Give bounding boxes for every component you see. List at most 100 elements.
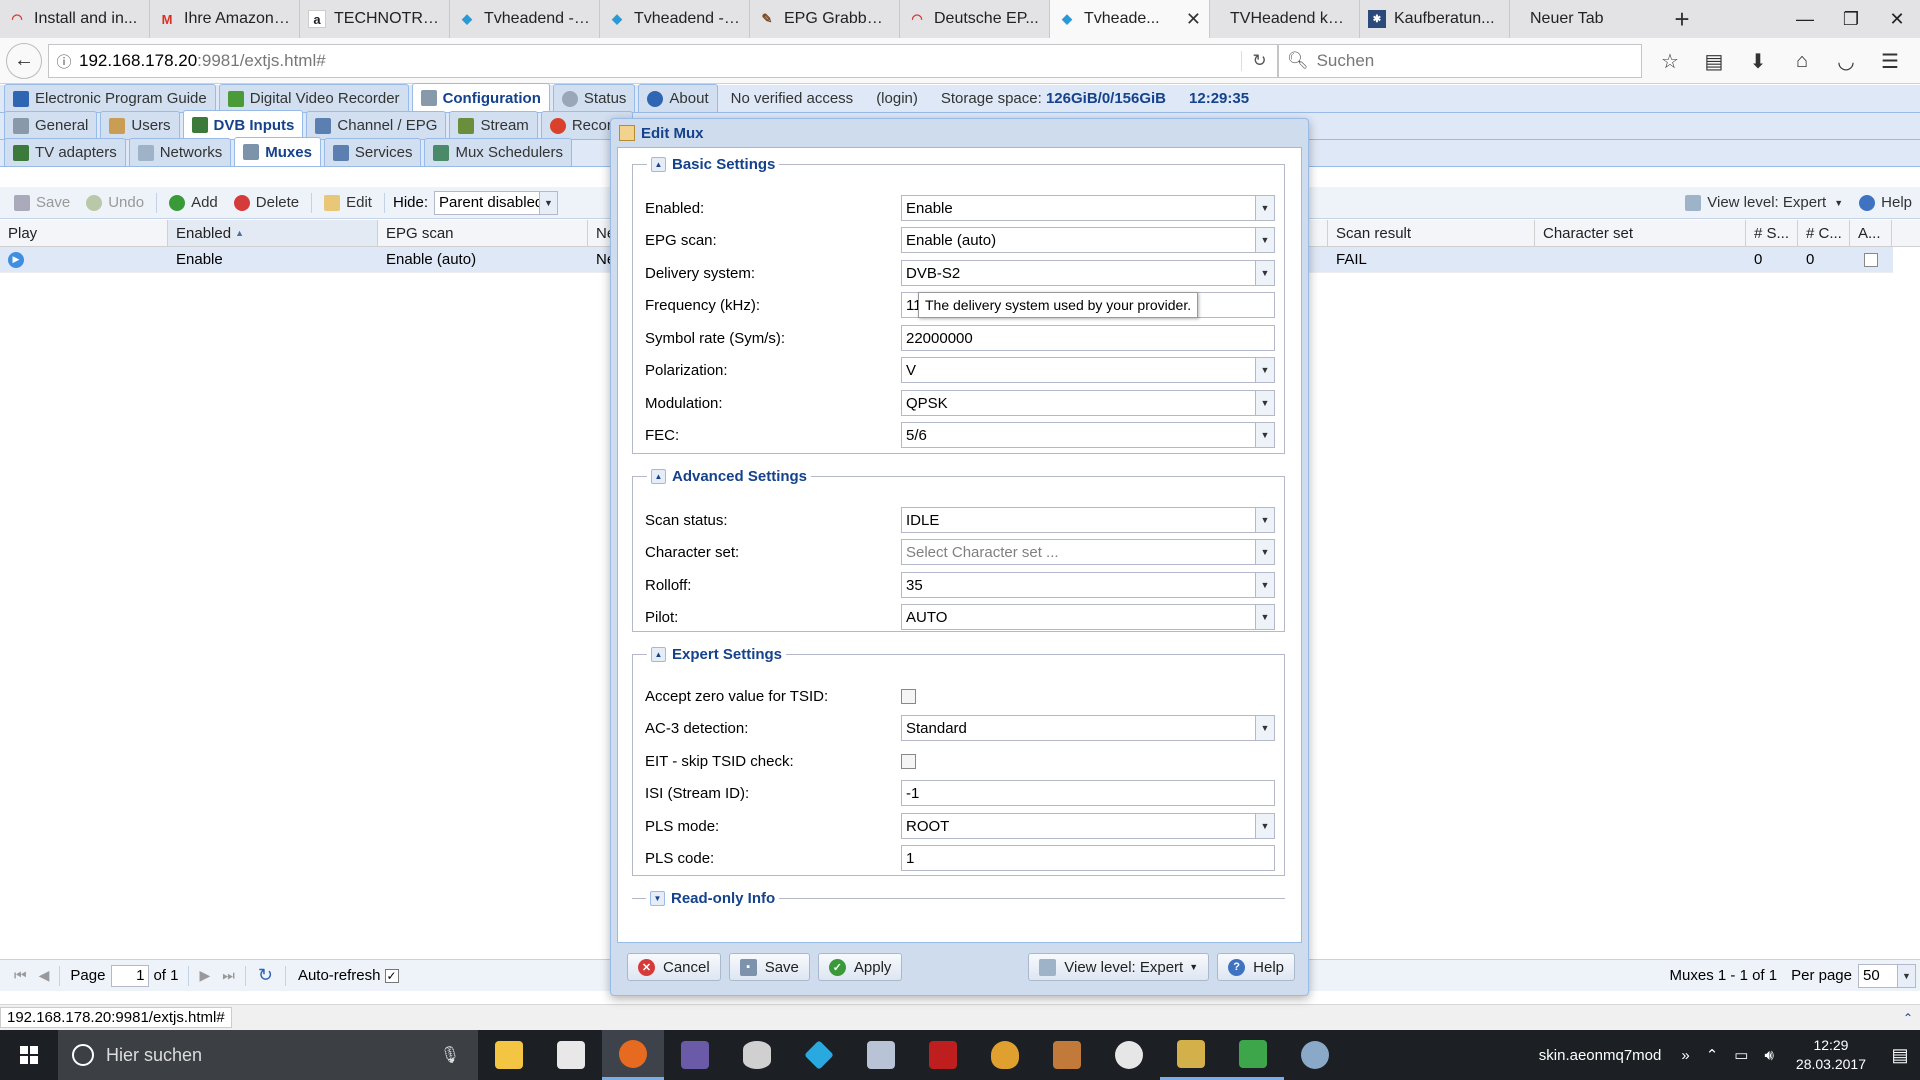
dialog-view-level-button[interactable]: View level: Expert ▼ xyxy=(1028,953,1210,981)
isi-input[interactable]: -1 xyxy=(901,780,1275,806)
deer-app-icon[interactable] xyxy=(1036,1030,1098,1080)
info-icon[interactable]: ⓘ xyxy=(49,51,79,72)
rolloff-select[interactable]: 35 ▼ xyxy=(901,572,1275,598)
microphone-icon[interactable]: 🎙︎ xyxy=(440,1045,460,1065)
collapse-icon[interactable]: ▲ xyxy=(651,157,666,172)
mail-app-icon[interactable] xyxy=(850,1030,912,1080)
chevron-down-icon[interactable]: ▼ xyxy=(1255,573,1274,597)
enabled-select[interactable]: Enable ▼ xyxy=(901,195,1275,221)
pls-code-input[interactable]: 1 xyxy=(901,845,1275,871)
media-app-icon[interactable] xyxy=(664,1030,726,1080)
pilot-select[interactable]: AUTO ▼ xyxy=(901,604,1275,630)
library-icon[interactable]: ▤ xyxy=(1692,44,1736,78)
browser-tab[interactable]: ✱ Kaufberatun... xyxy=(1360,0,1510,38)
refresh-icon[interactable]: ↻ xyxy=(258,965,273,986)
browser-tab[interactable]: ✎ EPG Grabber... xyxy=(750,0,900,38)
column-header-channels[interactable]: # C... xyxy=(1798,220,1850,246)
tab-dvr[interactable]: Digital Video Recorder xyxy=(218,84,409,112)
menu-icon[interactable]: ☰ xyxy=(1868,44,1912,78)
hide-select[interactable]: Parent disabled ▼ xyxy=(434,190,559,215)
delivery-system-select[interactable]: DVB-S2 ▼ xyxy=(901,260,1275,286)
url-bar[interactable]: ⓘ 192.168.178.20:9981/extjs.html# ↻ xyxy=(48,44,1278,78)
pls-mode-select[interactable]: ROOT ▼ xyxy=(901,813,1275,839)
tsid-zero-checkbox[interactable] xyxy=(901,688,916,704)
column-header-a[interactable]: A... xyxy=(1850,220,1892,246)
character-set-select[interactable]: Select Character set ... ▼ xyxy=(901,539,1275,565)
tab-status[interactable]: Status xyxy=(552,84,636,112)
save-dialog-button[interactable]: ▪ Save xyxy=(728,953,810,981)
next-page-icon[interactable]: ▶ xyxy=(193,967,216,984)
filezilla-icon[interactable] xyxy=(912,1030,974,1080)
page-number-input[interactable] xyxy=(111,964,150,987)
tab-users[interactable]: Users xyxy=(100,111,180,139)
column-header-play[interactable]: Play xyxy=(0,220,168,246)
browser-tab[interactable]: ◆ Tvheadend - ... xyxy=(600,0,750,38)
eit-skip-checkbox[interactable] xyxy=(901,753,916,769)
chevron-down-icon[interactable]: ▼ xyxy=(1255,814,1274,838)
row-checkbox[interactable] xyxy=(1864,252,1878,267)
store-icon[interactable] xyxy=(540,1030,602,1080)
kodi-icon[interactable] xyxy=(788,1030,850,1080)
chevron-down-icon[interactable]: ▼ xyxy=(1255,391,1274,415)
tab-configuration[interactable]: Configuration xyxy=(411,83,550,112)
column-header-epg-scan[interactable]: EPG scan xyxy=(378,220,588,246)
row-checkbox-cell[interactable] xyxy=(1850,247,1892,272)
close-tab-icon[interactable]: ✕ xyxy=(1186,9,1201,30)
pocket-icon[interactable]: ◡ xyxy=(1824,44,1868,78)
chevron-down-icon[interactable]: ▼ xyxy=(1255,261,1274,285)
auto-refresh-checkbox[interactable]: ✓ xyxy=(384,968,399,983)
collapse-icon[interactable]: ▲ xyxy=(651,469,666,484)
section-header[interactable]: ▲ Basic Settings xyxy=(647,156,779,173)
chevron-down-icon[interactable]: ▼ xyxy=(1255,716,1274,740)
column-header-services[interactable]: # S... xyxy=(1746,220,1798,246)
tab-dvb-inputs[interactable]: DVB Inputs xyxy=(182,110,304,139)
new-tab-icon[interactable]: + xyxy=(1660,0,1704,38)
tab-channel-epg[interactable]: Channel / EPG xyxy=(306,111,447,139)
browser-tab[interactable]: Neuer Tab xyxy=(1510,0,1660,38)
undo-button[interactable]: Undo xyxy=(78,190,152,216)
column-header-character-set[interactable]: Character set xyxy=(1535,220,1746,246)
collapse-icon[interactable]: ▲ xyxy=(651,647,666,662)
login-link[interactable]: (login) xyxy=(866,84,928,112)
volume-icon[interactable]: 🔊︎ xyxy=(1764,1047,1773,1064)
tab-services[interactable]: Services xyxy=(323,138,422,166)
flame-app-icon[interactable] xyxy=(974,1030,1036,1080)
chevron-down-icon[interactable]: ▼ xyxy=(1255,605,1274,629)
overflow-icon[interactable]: » xyxy=(1681,1047,1689,1064)
column-header-scan-result[interactable]: Scan result xyxy=(1328,220,1535,246)
download-icon[interactable]: ⬇ xyxy=(1736,44,1780,78)
chevron-down-icon[interactable]: ▼ xyxy=(1255,228,1274,252)
fec-select[interactable]: 5/6 ▼ xyxy=(901,422,1275,448)
network-tray-icon[interactable]: ▭ xyxy=(1734,1046,1748,1064)
tab-mux-schedulers[interactable]: Mux Schedulers xyxy=(424,138,573,166)
help-button[interactable]: Help xyxy=(1851,190,1920,216)
cancel-button[interactable]: ✕ Cancel xyxy=(627,953,721,981)
column-header-enabled[interactable]: Enabled ▲ xyxy=(168,220,378,246)
notifications-icon[interactable]: ▤ xyxy=(1880,1045,1920,1066)
dialog-help-button[interactable]: ? Help xyxy=(1217,953,1295,981)
edit-button[interactable]: Edit xyxy=(316,190,380,216)
play-icon[interactable]: ▶ xyxy=(8,251,24,268)
browser-tab-active[interactable]: ◆ Tvheade... ✕ xyxy=(1050,0,1210,38)
browser-tab[interactable]: a TECHNOTRE... xyxy=(300,0,450,38)
tools-app-icon[interactable] xyxy=(1160,1030,1222,1080)
back-arrow-icon[interactable]: ← xyxy=(6,42,42,79)
minimize-icon[interactable]: — xyxy=(1782,0,1828,38)
per-page-select[interactable]: 50 ▼ xyxy=(1858,963,1916,988)
chevron-down-icon[interactable]: ▼ xyxy=(1255,358,1274,382)
windows-start-icon[interactable] xyxy=(0,1030,58,1080)
taskbar-search[interactable]: Hier suchen 🎙︎ xyxy=(58,1030,478,1080)
file-explorer-icon[interactable] xyxy=(478,1030,540,1080)
expand-icon[interactable]: ▼ xyxy=(650,891,665,906)
collapse-up-icon[interactable]: ⌃ xyxy=(1896,1011,1920,1025)
database-icon[interactable] xyxy=(726,1030,788,1080)
browser-tab[interactable]: ◠ Install and in... xyxy=(0,0,150,38)
restore-icon[interactable]: ❐ xyxy=(1828,0,1874,38)
browser-search-input[interactable]: 🔍︎ Suchen xyxy=(1278,44,1642,78)
disc-icon[interactable] xyxy=(1098,1030,1160,1080)
show-hidden-icon[interactable]: ⌃ xyxy=(1706,1046,1719,1064)
browser-tab[interactable]: ◆ Tvheadend - ... xyxy=(450,0,600,38)
tab-about[interactable]: About xyxy=(638,84,718,112)
ac3-detection-select[interactable]: Standard ▼ xyxy=(901,715,1275,741)
firefox-icon[interactable] xyxy=(602,1030,664,1080)
